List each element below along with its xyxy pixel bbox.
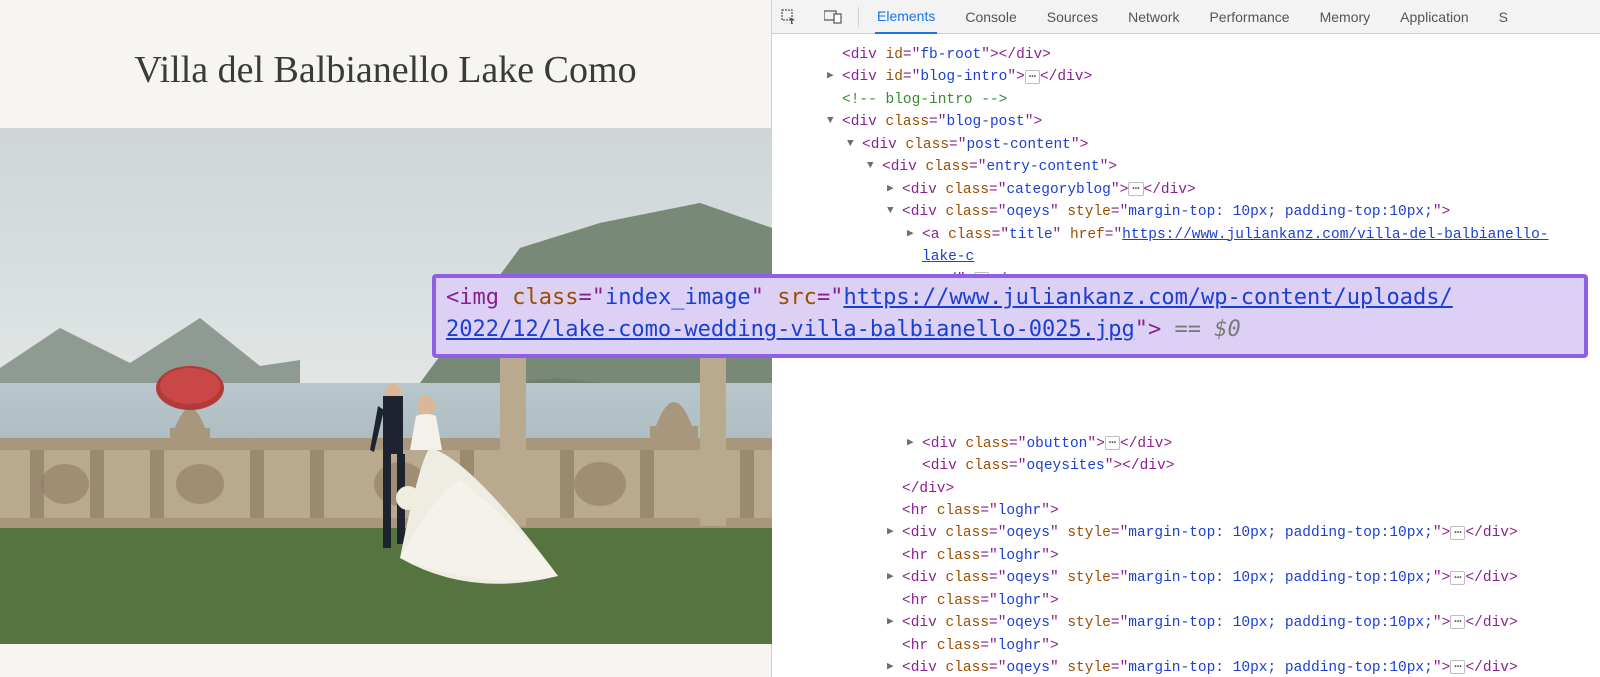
ellipsis-icon[interactable]: ⋯ <box>1450 571 1465 585</box>
dom-node[interactable]: <hr class="loghr"> <box>902 545 1592 567</box>
ellipsis-icon[interactable]: ⋯ <box>1450 615 1465 629</box>
dom-node[interactable]: ▶ <div class="oqeys" style="margin-top: … <box>902 657 1592 677</box>
device-toolbar-icon[interactable] <box>824 8 842 26</box>
dom-node[interactable]: ▼ <div class="entry-content"> <box>882 156 1592 178</box>
twistie-closed-icon[interactable]: ▶ <box>907 435 914 452</box>
twistie-closed-icon[interactable]: ▶ <box>887 614 894 631</box>
ellipsis-icon[interactable]: ⋯ <box>1105 436 1120 450</box>
ellipsis-icon[interactable]: ⋯ <box>1450 526 1465 540</box>
twistie-open-icon[interactable]: ▼ <box>827 113 834 130</box>
dom-node-close[interactable]: </div> <box>902 478 1592 500</box>
dom-node[interactable]: <div id="fb-root"></div> <box>842 44 1592 66</box>
twistie-closed-icon[interactable]: ▶ <box>887 524 894 541</box>
ellipsis-icon[interactable]: ⋯ <box>1025 70 1040 84</box>
dom-node[interactable]: ▶ <div class="oqeys" style="margin-top: … <box>902 522 1592 544</box>
dom-node[interactable]: ▶ <div class="categoryblog">⋯</div> <box>902 179 1592 201</box>
ellipsis-icon[interactable]: ⋯ <box>1128 182 1143 196</box>
twistie-open-icon[interactable]: ▼ <box>867 158 874 175</box>
twistie-open-icon[interactable]: ▼ <box>887 203 894 220</box>
dom-node[interactable]: <hr class="loghr"> <box>902 635 1592 657</box>
tab-elements[interactable]: Elements <box>875 0 937 34</box>
twistie-open-icon[interactable]: ▼ <box>847 136 854 153</box>
dom-comment[interactable]: <!-- blog-intro --> <box>842 89 1592 111</box>
twistie-closed-icon[interactable]: ▶ <box>907 226 914 243</box>
dom-node[interactable]: ▶ <div class="obutton">⋯</div> <box>922 433 1592 455</box>
dom-node[interactable]: <hr class="loghr"> <box>902 590 1592 612</box>
tab-application[interactable]: Application <box>1398 0 1471 34</box>
twistie-closed-icon[interactable]: ▶ <box>887 659 894 676</box>
tab-sources[interactable]: Sources <box>1045 0 1100 34</box>
dom-node[interactable]: ▶ <div class="oqeys" style="margin-top: … <box>902 612 1592 634</box>
tab-performance[interactable]: Performance <box>1207 0 1291 34</box>
devtools-tabbar: Elements Console Sources Network Perform… <box>772 0 1600 34</box>
inspect-icon[interactable] <box>780 8 798 26</box>
twistie-closed-icon[interactable]: ▶ <box>887 569 894 586</box>
dom-node[interactable]: ▶ <div id="blog-intro">⋯</div> <box>842 66 1592 88</box>
tab-console[interactable]: Console <box>963 0 1018 34</box>
dom-node-selected-placeholder <box>822 359 1592 433</box>
dom-node[interactable]: ▼ <div class="blog-post"> <box>842 111 1592 133</box>
dom-node[interactable]: <div class="oqeysites"></div> <box>922 455 1592 477</box>
twistie-closed-icon[interactable]: ▶ <box>887 181 894 198</box>
dom-node[interactable]: <hr class="loghr"> <box>902 500 1592 522</box>
dom-node[interactable]: ▼ <div class="post-content"> <box>862 134 1592 156</box>
post-photo[interactable] <box>0 128 772 644</box>
divider <box>858 7 859 27</box>
tab-memory[interactable]: Memory <box>1318 0 1373 34</box>
selected-dom-node-highlight[interactable]: <img class="index_image" src="https://ww… <box>432 274 1588 358</box>
twistie-closed-icon[interactable]: ▶ <box>827 68 834 85</box>
ellipsis-icon[interactable]: ⋯ <box>1450 660 1465 674</box>
tab-network[interactable]: Network <box>1126 0 1181 34</box>
tab-more-cut[interactable]: S <box>1497 0 1510 34</box>
page-title: Villa del Balbianello Lake Como <box>0 48 771 92</box>
dom-node[interactable]: ▼ <div class="oqeys" style="margin-top: … <box>902 201 1592 223</box>
dom-node[interactable]: ▶ <div class="oqeys" style="margin-top: … <box>902 567 1592 589</box>
